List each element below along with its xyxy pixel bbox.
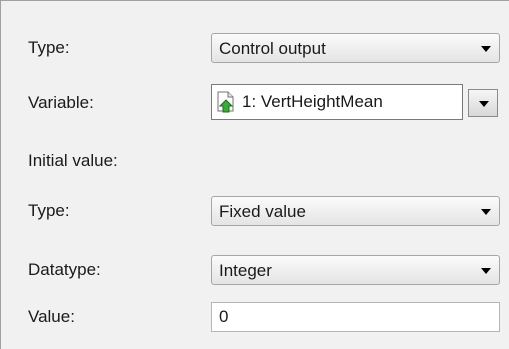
datatype-dropdown-value: Integer [219, 261, 272, 280]
variable-field[interactable]: 1: VertHeightMean [211, 84, 463, 120]
chevron-down-icon [481, 46, 491, 52]
value-label: Value: [28, 307, 75, 326]
chevron-down-icon [479, 101, 489, 107]
variable-label: Variable: [28, 93, 94, 112]
datatype-label: Datatype: [28, 260, 101, 279]
type-dropdown-value: Control output [219, 39, 326, 58]
value-field[interactable] [211, 302, 500, 332]
variable-dropdown-button[interactable] [468, 89, 498, 117]
datatype-dropdown[interactable]: Integer [211, 255, 500, 285]
init-type-dropdown-value: Fixed value [219, 202, 306, 221]
variable-value: 1: VertHeightMean [242, 92, 383, 111]
type-dropdown[interactable]: Control output [211, 33, 500, 63]
init-type-label: Type: [28, 201, 70, 220]
properties-panel: Type: Control output Variable: 1: VertHe… [0, 0, 509, 349]
value-input[interactable] [212, 303, 499, 331]
document-arrow-icon [217, 91, 234, 113]
initial-value-heading: Initial value: [28, 151, 118, 170]
chevron-down-icon [481, 268, 491, 274]
chevron-down-icon [481, 209, 491, 215]
init-type-dropdown[interactable]: Fixed value [211, 196, 500, 226]
type-label: Type: [28, 38, 70, 57]
